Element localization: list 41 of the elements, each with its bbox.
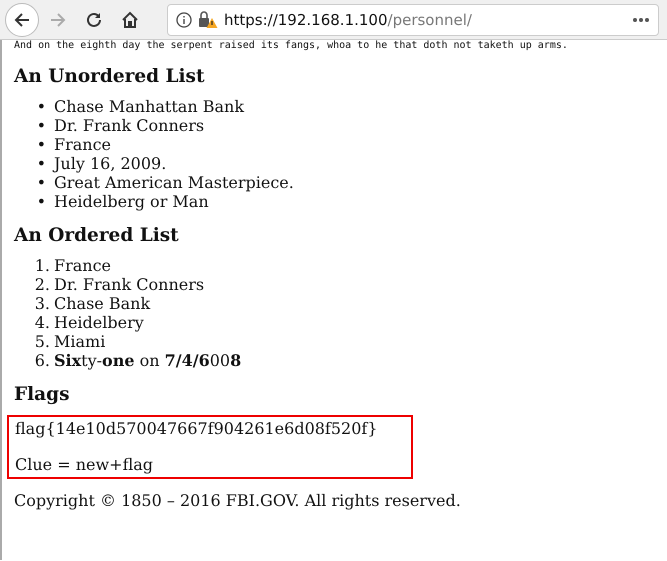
section-heading: An Ordered List — [14, 225, 180, 246]
bullet-marker: • — [36, 97, 46, 116]
list-item: Heidelberg or Man — [54, 192, 209, 211]
list-item: Great American Masterpiece. — [54, 173, 294, 192]
clue-text: Clue = new+flag — [15, 455, 154, 475]
bullet-marker: • — [36, 192, 46, 211]
forward-arrow-icon — [49, 10, 67, 28]
back-arrow-icon — [13, 10, 31, 28]
list-item: July 16, 2009. — [54, 154, 166, 173]
list-item: Dr. Frank Conners — [54, 275, 204, 294]
bullet-marker: • — [36, 154, 46, 173]
cut-off-text-line: And on the eighth day the serpent raised its fangs, whoa to he that doth not taketh up arms. — [14, 40, 569, 52]
list-number: 1. — [34, 256, 50, 275]
address-bar[interactable]: https://192.168.1.100/personnel/ — [167, 4, 659, 36]
list-number: 6. — [34, 351, 50, 370]
list-item: Heidelbery — [54, 313, 144, 332]
list-item: Chase Bank — [54, 294, 150, 313]
list-number: 5. — [34, 332, 50, 351]
section-heading: An Unordered List — [14, 66, 206, 87]
list-item: Sixty-one on 7/4/6008 — [54, 351, 242, 370]
home-icon — [121, 10, 139, 28]
list-item: France — [54, 256, 112, 275]
list-item: Chase Manhattan Bank — [54, 97, 244, 116]
bullet-marker: • — [36, 135, 46, 154]
url-text: https://192.168.1.100/personnel/ — [224, 10, 472, 28]
back-button[interactable] — [5, 2, 39, 36]
bullet-marker: • — [36, 116, 46, 135]
list-item: France — [54, 135, 112, 154]
more-icon — [632, 16, 650, 22]
list-number: 4. — [34, 313, 50, 332]
list-number: 3. — [34, 294, 50, 313]
flag-text: flag{14e10d570047667f904261e6d08f520f} — [15, 419, 378, 439]
list-item: Miami — [54, 332, 106, 351]
section-heading: Flags — [14, 384, 70, 405]
list-item: Dr. Frank Conners — [54, 116, 204, 135]
copyright-text: Copyright © 1850 – 2016 FBI.GOV. All rights reserved. — [14, 491, 462, 510]
list-number: 2. — [34, 275, 50, 294]
reload-icon — [85, 10, 103, 28]
bullet-marker: • — [36, 173, 46, 192]
warning-lock-icon — [198, 10, 218, 28]
info-icon — [176, 12, 192, 28]
